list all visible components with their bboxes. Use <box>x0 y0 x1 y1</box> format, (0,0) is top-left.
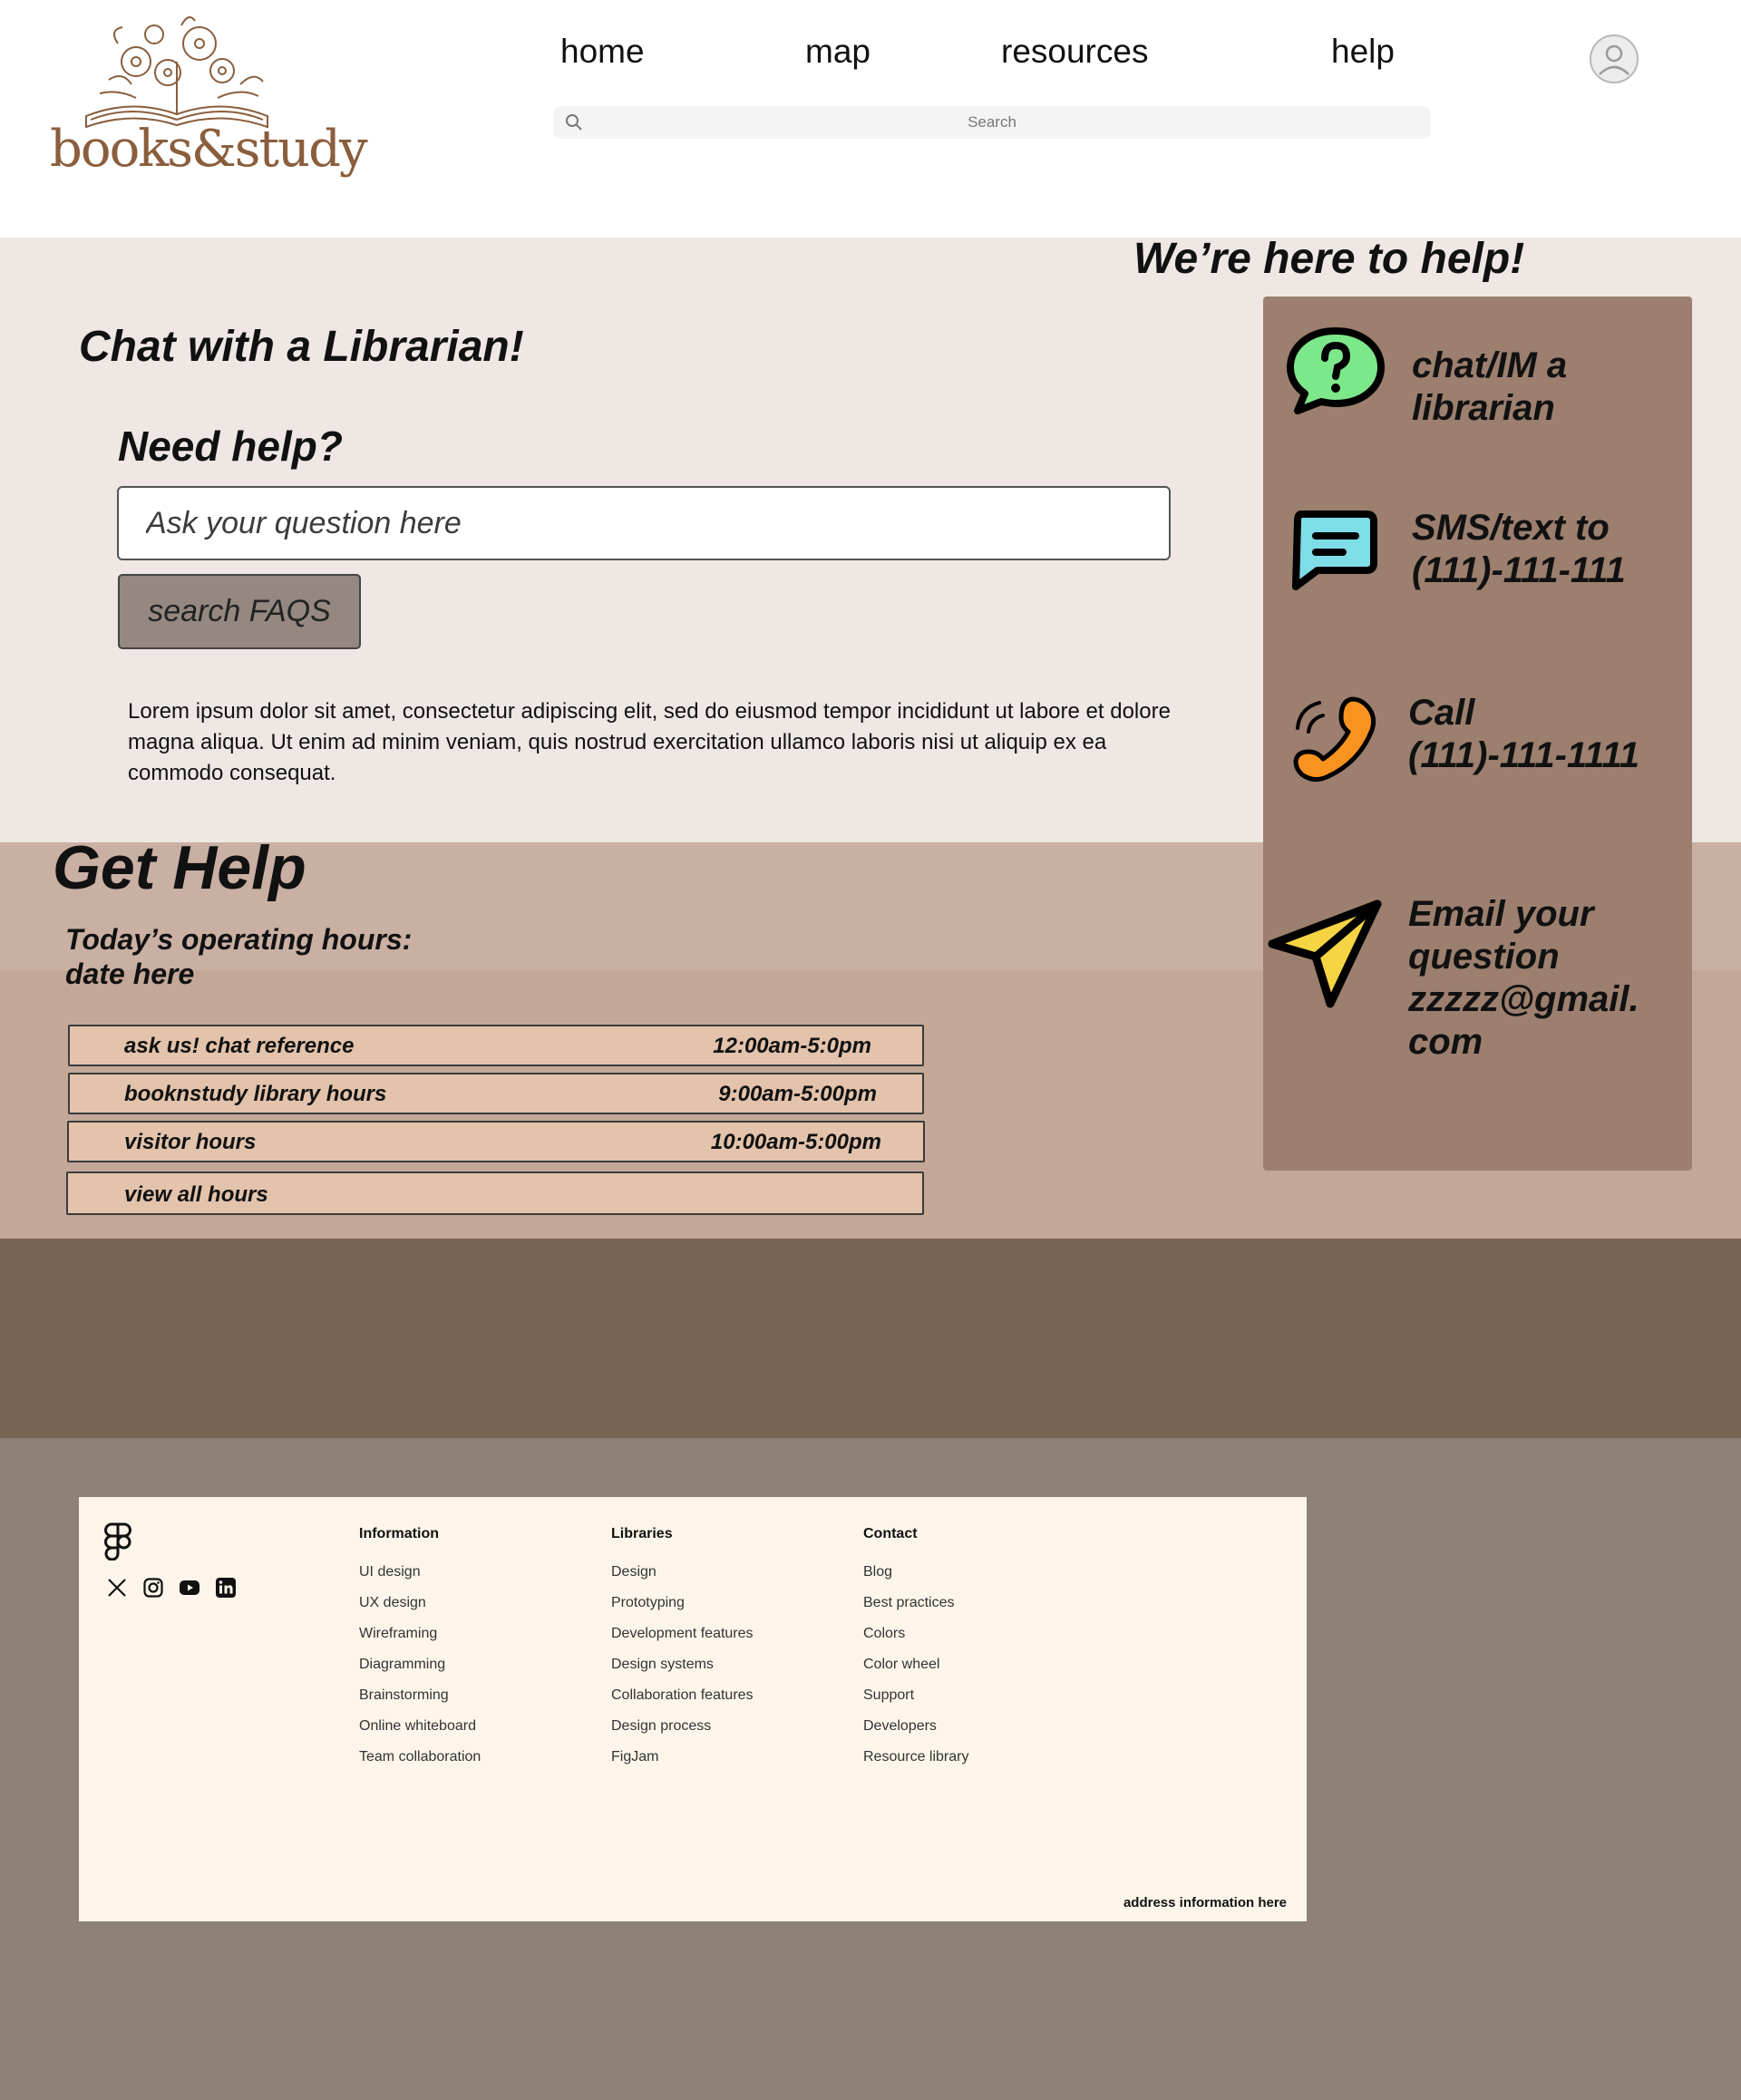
chat-description: Lorem ipsum dolor sit amet, consectetur … <box>128 699 1171 785</box>
contact-chat-option[interactable]: chat/IM a librarian <box>1263 297 1692 451</box>
x-icon[interactable] <box>106 1577 128 1599</box>
footer-link[interactable]: Color wheel <box>863 1649 968 1680</box>
footer-link[interactable]: Development features <box>611 1619 754 1649</box>
nav-map-link[interactable]: map <box>805 33 870 71</box>
need-help-heading: Need help? <box>118 423 343 470</box>
footer-link[interactable]: Diagramming <box>359 1649 481 1680</box>
figma-logo-icon[interactable] <box>104 1522 131 1560</box>
contact-email-line3: zzzzz@gmail. <box>1408 979 1639 1019</box>
contact-sms-line2: (111)-111-111 <box>1412 550 1626 590</box>
footer-link[interactable]: Team collaboration <box>359 1742 481 1773</box>
footer-link[interactable]: Design process <box>611 1711 754 1742</box>
contact-chat-line2: librarian <box>1412 388 1555 428</box>
footer-link[interactable]: Online whiteboard <box>359 1711 481 1742</box>
footer-link[interactable]: Colors <box>863 1619 968 1649</box>
footer-column-title: Contact <box>863 1526 918 1541</box>
site-header: books&study home map resources help Sear… <box>0 0 1741 238</box>
question-bubble-icon <box>1287 327 1385 414</box>
contact-email-line4: com <box>1408 1022 1483 1062</box>
contact-email-option[interactable]: Email your question zzzzz@gmail. com <box>1263 868 1692 1062</box>
instagram-icon[interactable] <box>142 1577 164 1599</box>
contact-call-line1: Call <box>1408 693 1475 733</box>
footer-link[interactable]: Brainstorming <box>359 1680 481 1711</box>
footer-column-contact: Contact Blog Best practices Colors Color… <box>863 1526 968 1773</box>
contact-call-line2: (111)-111-1111 <box>1408 735 1639 775</box>
contact-sms-option[interactable]: SMS/text to (111)-111-111 <box>1263 469 1692 623</box>
chat-title: Chat with a Librarian! <box>79 323 524 371</box>
here-to-help-title: We’re here to help! <box>1133 235 1525 283</box>
footer-column-libraries: Libraries Design Prototyping Development… <box>611 1526 754 1773</box>
contact-email-line2: question <box>1408 937 1560 977</box>
footer-link[interactable]: Support <box>863 1680 968 1711</box>
hours-row-time: 12:00am-5:0pm <box>713 1034 871 1058</box>
nav-resources-link[interactable]: resources <box>1001 33 1148 71</box>
footer-link[interactable]: Prototyping <box>611 1588 754 1619</box>
search-input[interactable]: Search <box>553 106 1431 139</box>
contact-chat-line1: chat/IM a <box>1412 345 1568 385</box>
nav-home-link[interactable]: home <box>560 33 645 71</box>
contact-email-line1: Email your <box>1408 894 1594 934</box>
contact-sms-line1: SMS/text to <box>1412 508 1610 548</box>
nav-help-link[interactable]: help <box>1331 33 1395 71</box>
hours-row-library[interactable]: booknstudy library hours 9:00am-5:00pm <box>68 1073 924 1114</box>
hours-row-visitor[interactable]: visitor hours 10:00am-5:00pm <box>67 1121 925 1162</box>
youtube-icon[interactable] <box>179 1577 200 1599</box>
operating-hours-label: Today’s operating hours: <box>65 923 413 956</box>
footer-link[interactable]: UI design <box>359 1557 481 1588</box>
footer-link[interactable]: Blog <box>863 1557 968 1588</box>
user-avatar-button[interactable] <box>1590 34 1639 83</box>
footer-link[interactable]: Best practices <box>863 1588 968 1619</box>
question-input[interactable] <box>117 486 1171 560</box>
message-icon <box>1292 510 1377 590</box>
hours-row-label: ask us! chat reference <box>124 1034 355 1058</box>
contact-options-panel: chat/IM a librarian SMS/text to (111)-11… <box>1263 297 1692 1171</box>
view-all-hours-label: view all hours <box>124 1182 268 1207</box>
footer-link[interactable]: Collaboration features <box>611 1680 754 1711</box>
footer-link[interactable]: Resource library <box>863 1742 968 1773</box>
operating-hours-heading: Today’s operating hours: date here <box>65 922 412 991</box>
footer-column-title: Information <box>359 1526 439 1541</box>
hours-row-label: booknstudy library hours <box>124 1082 387 1106</box>
get-help-title: Get Help <box>53 833 306 902</box>
hours-row-time: 10:00am-5:00pm <box>710 1130 881 1154</box>
hours-row-time: 9:00am-5:00pm <box>718 1082 877 1106</box>
hours-row-chat[interactable]: ask us! chat reference 12:00am-5:0pm <box>68 1025 924 1066</box>
linkedin-icon[interactable] <box>215 1577 237 1599</box>
view-all-hours-button[interactable]: view all hours <box>66 1172 924 1215</box>
footer-link[interactable]: Design <box>611 1557 754 1588</box>
search-faqs-button[interactable]: search FAQS <box>118 574 361 649</box>
footer-card: Information UI design UX design Wirefram… <box>79 1497 1307 1921</box>
user-icon <box>1599 44 1629 75</box>
spacer-band <box>0 1239 1741 1438</box>
hours-row-label: visitor hours <box>124 1130 257 1154</box>
brand-logo-text[interactable]: books&study <box>50 120 368 179</box>
send-icon <box>1268 899 1382 1008</box>
footer-link[interactable]: UX design <box>359 1588 481 1619</box>
footer-column-title: Libraries <box>611 1526 673 1541</box>
footer-link[interactable]: Design systems <box>611 1649 754 1680</box>
search-bar[interactable]: Search <box>553 106 1431 139</box>
footer-column-information: Information UI design UX design Wirefram… <box>359 1526 481 1773</box>
contact-call-option[interactable]: Call (111)-111-1111 <box>1263 659 1692 813</box>
footer-link[interactable]: Developers <box>863 1711 968 1742</box>
operating-hours-date: date here <box>65 958 195 990</box>
footer-link[interactable]: FigJam <box>611 1742 754 1773</box>
footer-address: address information here <box>1123 1895 1287 1910</box>
phone-icon <box>1293 696 1376 783</box>
footer-link[interactable]: Wireframing <box>359 1619 481 1649</box>
